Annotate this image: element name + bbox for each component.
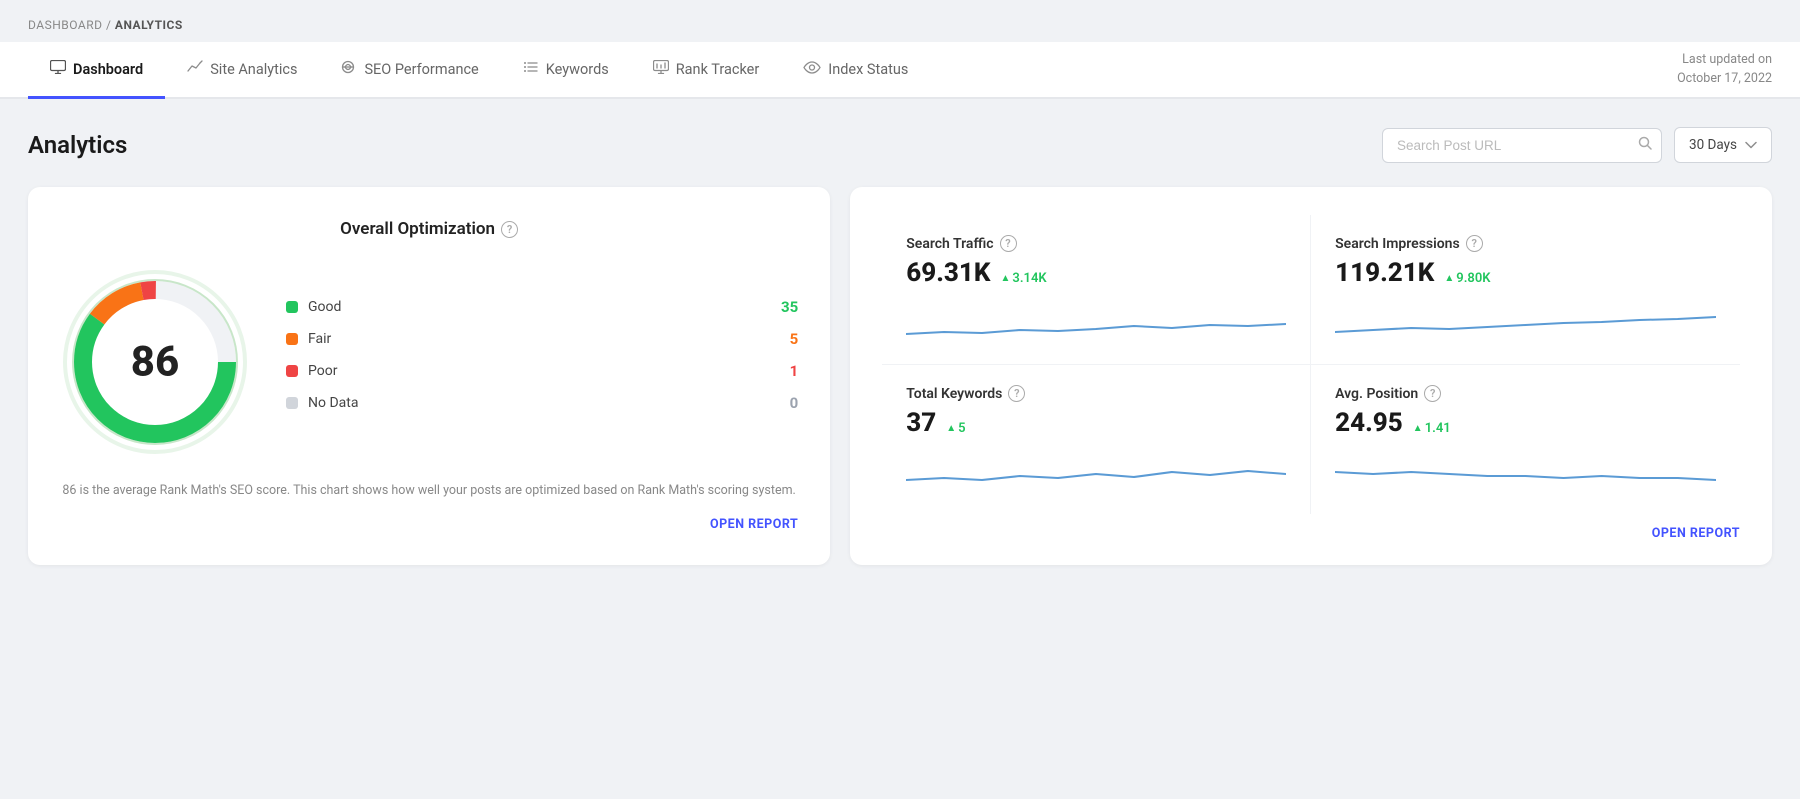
optimization-title: Overall Optimization ? xyxy=(60,219,798,239)
main-content: Analytics 30 Days xyxy=(0,99,1800,593)
legend-poor-dot xyxy=(286,365,298,377)
tab-keywords-label: Keywords xyxy=(546,61,609,78)
avg-position-help-icon[interactable]: ? xyxy=(1424,385,1441,402)
sparkline-avg-position xyxy=(1335,450,1716,494)
legend-nodata: No Data 0 xyxy=(286,394,798,412)
total-keywords-help-icon[interactable]: ? xyxy=(1008,385,1025,402)
tab-site-analytics-label: Site Analytics xyxy=(210,61,297,78)
legend-fair-count: 5 xyxy=(790,330,799,348)
metric-search-impressions: Search Impressions ? 119.21K 9.80K xyxy=(1311,215,1740,365)
optimization-open-report[interactable]: OPEN REPORT xyxy=(60,517,798,532)
legend-nodata-label: No Data xyxy=(308,395,790,411)
legend-poor-count: 1 xyxy=(790,362,799,380)
tab-site-analytics[interactable]: Site Analytics xyxy=(165,42,319,99)
legend-fair-label: Fair xyxy=(308,331,790,347)
sparkline-search-traffic xyxy=(906,300,1286,344)
list-icon xyxy=(523,60,539,78)
last-updated-label: Last updated on xyxy=(1682,52,1772,67)
legend-nodata-count: 0 xyxy=(790,394,799,412)
metric-search-traffic-value-row: 69.31K 3.14K xyxy=(906,258,1286,288)
search-impressions-help-icon[interactable]: ? xyxy=(1466,235,1483,252)
tab-rank-tracker[interactable]: Rank Tracker xyxy=(631,42,782,99)
legend-good-count: 35 xyxy=(781,298,798,316)
donut-chart: 86 xyxy=(60,267,250,457)
tab-rank-tracker-label: Rank Tracker xyxy=(676,61,760,78)
metric-total-keywords-delta: 5 xyxy=(946,421,965,436)
legend-good: Good 35 xyxy=(286,298,798,316)
last-updated-date: October 17, 2022 xyxy=(1677,71,1772,86)
search-url-input[interactable] xyxy=(1382,128,1662,163)
metric-search-impressions-value-row: 119.21K 9.80K xyxy=(1335,258,1716,288)
metric-search-traffic-delta: 3.14K xyxy=(1001,271,1047,286)
legend-fair: Fair 5 xyxy=(286,330,798,348)
last-updated: Last updated on October 17, 2022 xyxy=(1677,51,1772,89)
optimization-description: 86 is the average Rank Math's SEO score.… xyxy=(60,481,798,501)
legend-nodata-dot xyxy=(286,397,298,409)
optimization-help-icon[interactable]: ? xyxy=(501,221,518,238)
tab-index-status-label: Index Status xyxy=(828,61,908,78)
cards-row: Overall Optimization ? xyxy=(28,187,1772,565)
days-dropdown-label: 30 Days xyxy=(1689,137,1737,153)
metric-search-impressions-delta: 9.80K xyxy=(1444,271,1490,286)
tab-dashboard[interactable]: Dashboard xyxy=(28,42,165,99)
search-traffic-help-icon[interactable]: ? xyxy=(1000,235,1017,252)
metric-avg-position-value: 24.95 xyxy=(1335,408,1403,438)
chart-line-icon xyxy=(187,60,203,78)
sparkline-total-keywords xyxy=(906,450,1286,494)
optimization-body: 86 Good 35 Fair 5 xyxy=(60,267,798,457)
tab-index-status[interactable]: Index Status xyxy=(781,42,930,99)
eye-icon xyxy=(803,60,821,78)
metric-search-impressions-label: Search Impressions ? xyxy=(1335,235,1716,252)
breadcrumb-prefix: DASHBOARD xyxy=(28,18,102,32)
legend-fair-dot xyxy=(286,333,298,345)
tab-seo-performance-label: SEO Performance xyxy=(364,61,478,78)
tab-keywords[interactable]: Keywords xyxy=(501,42,631,99)
tab-list: Dashboard Site Analytics SEO Performance xyxy=(28,42,930,97)
card-metrics: Search Traffic ? 69.31K 3.14K Search Imp… xyxy=(850,187,1772,565)
metric-avg-position-delta: 1.41 xyxy=(1413,421,1451,436)
legend-poor-label: Poor xyxy=(308,363,790,379)
page-header: Analytics 30 Days xyxy=(28,127,1772,163)
metric-search-traffic-value: 69.31K xyxy=(906,258,990,288)
metrics-footer: OPEN REPORT xyxy=(882,514,1740,541)
days-dropdown[interactable]: 30 Days xyxy=(1674,127,1772,163)
card-optimization: Overall Optimization ? xyxy=(28,187,830,565)
metric-total-keywords-label: Total Keywords ? xyxy=(906,385,1286,402)
monitor-icon xyxy=(50,60,66,78)
breadcrumb-separator: / xyxy=(106,18,115,32)
metric-total-keywords: Total Keywords ? 37 5 xyxy=(882,365,1311,514)
rank-icon xyxy=(653,60,669,78)
breadcrumb-current: ANALYTICS xyxy=(115,18,183,32)
optimization-legend: Good 35 Fair 5 Poor 1 N xyxy=(286,298,798,426)
header-controls: 30 Days xyxy=(1382,127,1772,163)
breadcrumb: DASHBOARD / ANALYTICS xyxy=(0,0,1800,42)
sparkline-search-impressions xyxy=(1335,300,1716,344)
page-title: Analytics xyxy=(28,131,127,159)
metric-search-impressions-value: 119.21K xyxy=(1335,258,1434,288)
search-url-wrap xyxy=(1382,128,1662,163)
metric-search-traffic: Search Traffic ? 69.31K 3.14K xyxy=(882,215,1311,365)
seo-icon xyxy=(341,60,357,78)
metric-total-keywords-value-row: 37 5 xyxy=(906,408,1286,438)
tab-bar: Dashboard Site Analytics SEO Performance xyxy=(0,42,1800,99)
metric-avg-position-label: Avg. Position ? xyxy=(1335,385,1716,402)
metric-search-traffic-label: Search Traffic ? xyxy=(906,235,1286,252)
metric-avg-position: Avg. Position ? 24.95 1.41 xyxy=(1311,365,1740,514)
legend-good-label: Good xyxy=(308,299,781,315)
tab-dashboard-label: Dashboard xyxy=(73,61,143,78)
tab-seo-performance[interactable]: SEO Performance xyxy=(319,42,500,99)
metrics-open-report[interactable]: OPEN REPORT xyxy=(1652,526,1740,541)
metric-total-keywords-value: 37 xyxy=(906,408,936,438)
donut-score: 86 xyxy=(131,338,179,387)
legend-good-dot xyxy=(286,301,298,313)
metric-avg-position-value-row: 24.95 1.41 xyxy=(1335,408,1716,438)
legend-poor: Poor 1 xyxy=(286,362,798,380)
